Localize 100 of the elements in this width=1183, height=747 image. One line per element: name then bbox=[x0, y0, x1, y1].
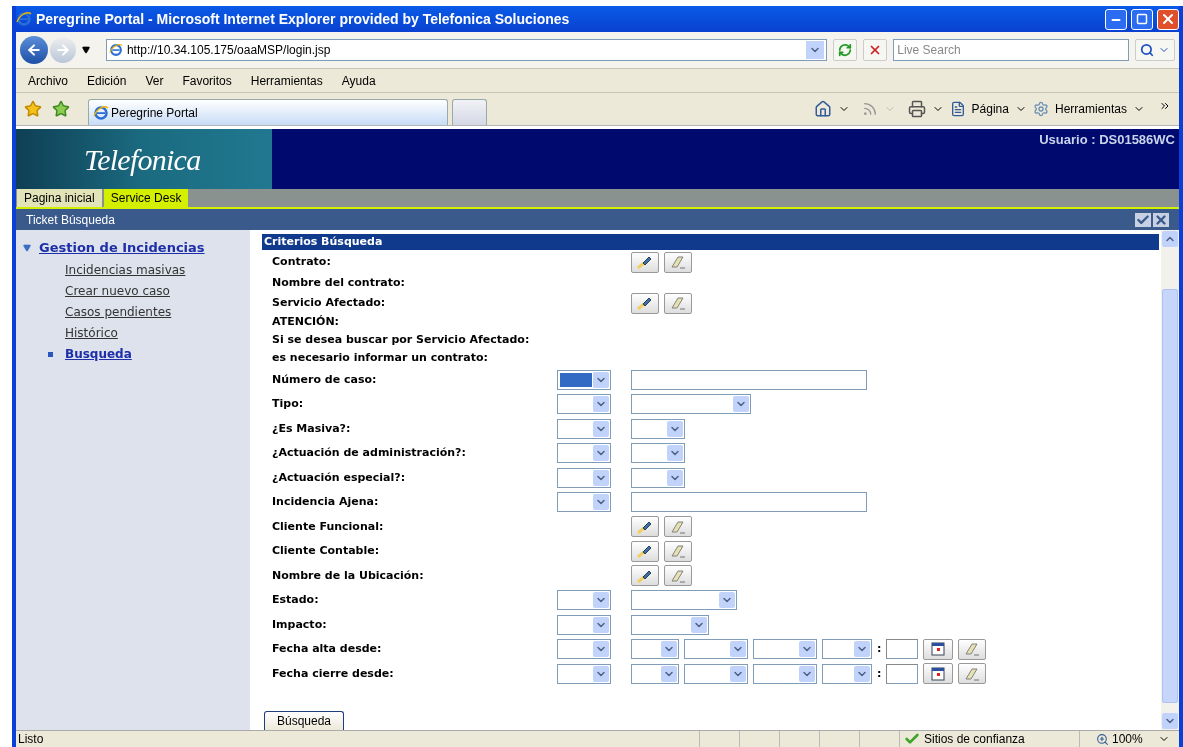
dropdown[interactable] bbox=[557, 590, 611, 611]
pen-icon bbox=[636, 519, 654, 534]
sidebar-section[interactable]: Gestion de Incidencias bbox=[39, 238, 205, 258]
menu-item[interactable]: Favoritos bbox=[182, 71, 232, 90]
time-field[interactable] bbox=[886, 639, 919, 660]
dropdown[interactable] bbox=[557, 614, 611, 635]
pen-icon bbox=[636, 255, 654, 270]
dropdown-arrow-icon[interactable] bbox=[81, 46, 90, 54]
dropdown[interactable] bbox=[557, 663, 611, 684]
chevrons-right-icon[interactable] bbox=[1159, 100, 1171, 112]
field-label: ¿Es Masiva?: bbox=[272, 420, 352, 437]
scrollbar[interactable] bbox=[1161, 230, 1179, 730]
dropdown[interactable] bbox=[557, 492, 611, 513]
home-icon[interactable] bbox=[813, 100, 832, 118]
dropdown[interactable] bbox=[631, 467, 685, 488]
window-title: Peregrine Portal - Microsoft Internet Explorer provided by Telefonica Soluciones bbox=[36, 9, 570, 29]
portal-tab[interactable]: Service Desk bbox=[103, 189, 189, 207]
dropdown[interactable] bbox=[631, 418, 685, 439]
lookup-button[interactable] bbox=[631, 565, 659, 587]
stop-button[interactable] bbox=[863, 39, 888, 61]
security-zone: Sitios de confianza bbox=[924, 731, 1025, 747]
feed-icon[interactable] bbox=[861, 101, 878, 117]
tools-menu[interactable]: Herramientas bbox=[1054, 100, 1127, 118]
sidebar-item[interactable]: Casos pendientes bbox=[65, 303, 172, 321]
dropdown[interactable] bbox=[557, 394, 611, 415]
field-label: Nombre del contrato: bbox=[272, 274, 406, 291]
address-field[interactable]: http://10.34.105.175/oaaMSP/login.jsp bbox=[105, 39, 828, 61]
field-label: Cliente Funcional: bbox=[272, 518, 385, 535]
menu-item[interactable]: Ayuda bbox=[341, 71, 376, 90]
address-dropdown-button[interactable] bbox=[806, 41, 825, 59]
sidebar-item[interactable]: Incidencias masivas bbox=[65, 261, 186, 279]
refresh-button[interactable] bbox=[833, 39, 858, 61]
clear-button[interactable] bbox=[664, 516, 692, 538]
search-submit-button[interactable]: Búsqueda bbox=[264, 711, 345, 730]
zoom-icon[interactable] bbox=[1096, 732, 1109, 746]
scrollbar-thumb[interactable] bbox=[1162, 289, 1178, 703]
new-tab-button[interactable] bbox=[452, 99, 487, 125]
time-separator: : bbox=[877, 641, 882, 657]
dropdown[interactable] bbox=[822, 663, 872, 684]
calendar-button[interactable] bbox=[923, 663, 954, 685]
menu-item[interactable]: Ver bbox=[145, 71, 164, 90]
lookup-button[interactable] bbox=[631, 516, 659, 538]
dropdown[interactable] bbox=[557, 443, 611, 464]
page-menu[interactable]: Página bbox=[971, 100, 1009, 118]
browser-icon bbox=[93, 104, 109, 121]
close-icon[interactable] bbox=[1153, 212, 1169, 227]
text-field[interactable] bbox=[631, 492, 867, 513]
clear-button[interactable] bbox=[664, 540, 692, 562]
calendar-icon bbox=[931, 666, 946, 681]
lookup-button[interactable] bbox=[631, 292, 659, 314]
text-field[interactable] bbox=[631, 369, 867, 390]
zoom-level[interactable]: 100% bbox=[1112, 730, 1143, 747]
lookup-button[interactable] bbox=[631, 251, 659, 273]
clear-button[interactable] bbox=[664, 292, 692, 314]
calendar-button[interactable] bbox=[923, 638, 954, 660]
expand-triangle-icon[interactable] bbox=[22, 243, 32, 252]
eraser-icon bbox=[669, 544, 687, 559]
field-label: ¿Actuación especial?: bbox=[272, 469, 407, 486]
eraser-icon bbox=[669, 519, 687, 534]
close-button[interactable] bbox=[1157, 8, 1179, 30]
check-icon[interactable] bbox=[1135, 212, 1151, 227]
sidebar-item[interactable]: Busqueda bbox=[65, 345, 132, 363]
search-button[interactable] bbox=[1135, 39, 1175, 61]
sidebar-item[interactable]: Histórico bbox=[65, 324, 118, 342]
dropdown[interactable] bbox=[631, 639, 679, 660]
field-label: Número de caso: bbox=[272, 371, 378, 388]
lookup-button[interactable] bbox=[631, 540, 659, 562]
favorites-star-icon[interactable] bbox=[24, 100, 42, 118]
maximize-button[interactable] bbox=[1131, 8, 1153, 30]
dropdown[interactable] bbox=[557, 369, 611, 390]
dropdown[interactable] bbox=[631, 663, 679, 684]
menu-item[interactable]: Edición bbox=[87, 71, 127, 90]
dropdown[interactable] bbox=[631, 394, 751, 415]
dropdown[interactable] bbox=[631, 443, 685, 464]
browser-tab[interactable]: Peregrine Portal bbox=[88, 99, 448, 125]
dropdown[interactable] bbox=[631, 614, 709, 635]
minimize-button[interactable] bbox=[1105, 8, 1127, 30]
back-button[interactable] bbox=[20, 36, 48, 64]
eraser-icon bbox=[669, 296, 687, 311]
dropdown[interactable] bbox=[753, 639, 817, 660]
dropdown[interactable] bbox=[557, 467, 611, 488]
search-field[interactable]: Live Search bbox=[893, 39, 1130, 61]
dropdown[interactable] bbox=[684, 639, 748, 660]
dropdown[interactable] bbox=[822, 639, 872, 660]
time-field[interactable] bbox=[886, 663, 919, 684]
menu-item[interactable]: Archivo bbox=[28, 71, 68, 90]
printer-icon[interactable] bbox=[907, 100, 926, 118]
clear-button[interactable] bbox=[664, 565, 692, 587]
field-label: Incidencia Ajena: bbox=[272, 494, 380, 510]
dropdown[interactable] bbox=[557, 418, 611, 439]
dropdown[interactable] bbox=[684, 663, 748, 684]
dropdown[interactable] bbox=[753, 663, 817, 684]
breadcrumb: Ticket Búsqueda bbox=[26, 211, 116, 229]
add-favorite-icon[interactable] bbox=[52, 100, 70, 118]
dropdown[interactable] bbox=[557, 639, 611, 660]
portal-tab[interactable]: Pagina inicial bbox=[17, 189, 102, 207]
sidebar-item[interactable]: Crear nuevo caso bbox=[65, 282, 170, 300]
field-label: Fecha alta desde: bbox=[272, 641, 383, 657]
clear-button[interactable] bbox=[664, 251, 692, 273]
menu-item[interactable]: Herramientas bbox=[250, 71, 323, 90]
